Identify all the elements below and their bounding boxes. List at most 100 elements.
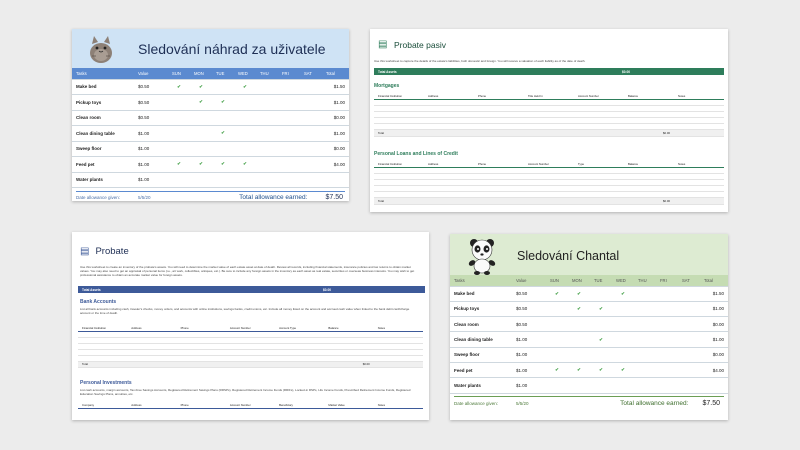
day-cell[interactable] (634, 301, 656, 318)
day-cell[interactable] (190, 125, 212, 142)
day-cell[interactable] (234, 141, 256, 157)
day-cell[interactable] (168, 94, 190, 111)
day-cell[interactable] (278, 125, 300, 142)
day-cell[interactable] (546, 331, 568, 348)
check-icon[interactable]: ✔ (168, 156, 190, 173)
day-cell[interactable] (234, 94, 256, 111)
table-row[interactable]: Make bed $0.50 ✔ ✔ ✔ $1.50 (72, 79, 349, 95)
day-cell[interactable] (568, 316, 590, 333)
table-row[interactable]: Water plants $1.00 (450, 377, 728, 394)
day-cell[interactable] (256, 79, 278, 95)
check-icon[interactable]: ✔ (612, 362, 634, 379)
day-cell[interactable] (678, 377, 700, 394)
day-cell[interactable] (546, 301, 568, 318)
day-cell[interactable] (634, 316, 656, 333)
check-icon[interactable]: ✔ (546, 286, 568, 302)
table-row[interactable]: Sweep floor $1.00 $0.00 (450, 347, 728, 363)
table-row[interactable]: Sweep floor $1.00 $0.00 (72, 141, 349, 157)
day-cell[interactable] (656, 362, 678, 379)
day-cell[interactable] (278, 141, 300, 157)
table-row[interactable]: Feed pet $1.00 ✔ ✔ ✔ ✔ $4.00 (450, 362, 728, 379)
table-row[interactable]: Pickup toys $0.50 ✔ ✔ $1.00 (72, 94, 349, 111)
day-cell[interactable] (190, 110, 212, 126)
template-card-allowance-green[interactable]: Sledování Chantal Tasks Value SUN MON TUE WED… (450, 234, 728, 420)
day-cell[interactable] (212, 172, 234, 188)
check-icon[interactable]: ✔ (168, 79, 190, 95)
table-row[interactable]: Clean dining table $1.00 ✔ $1.00 (72, 125, 349, 142)
day-cell[interactable] (190, 141, 212, 157)
check-icon[interactable]: ✔ (190, 94, 212, 111)
day-cell[interactable] (612, 347, 634, 363)
day-cell[interactable] (278, 110, 300, 126)
day-cell[interactable] (212, 110, 234, 126)
day-cell[interactable] (678, 362, 700, 379)
check-icon[interactable]: ✔ (212, 125, 234, 142)
table-row[interactable]: Clean room $0.50 $0.00 (450, 316, 728, 333)
day-cell[interactable] (300, 156, 322, 173)
day-cell[interactable] (634, 377, 656, 394)
template-card-probate-assets[interactable]: ▤ Probate Use this worksheet to create a… (72, 232, 429, 420)
table-row[interactable]: Clean dining table $1.00 ✔ $1.00 (450, 331, 728, 348)
day-cell[interactable] (212, 79, 234, 95)
day-cell[interactable] (678, 316, 700, 333)
template-card-probate-liabilities[interactable]: ▤ Probate pasiv Use this worksheet to ca… (370, 29, 728, 212)
day-cell[interactable] (300, 141, 322, 157)
day-cell[interactable] (256, 156, 278, 173)
day-cell[interactable] (212, 141, 234, 157)
day-cell[interactable] (568, 347, 590, 363)
day-cell[interactable] (234, 172, 256, 188)
day-cell[interactable] (634, 347, 656, 363)
day-cell[interactable] (168, 141, 190, 157)
check-icon[interactable]: ✔ (612, 286, 634, 302)
day-cell[interactable] (612, 301, 634, 318)
day-cell[interactable] (234, 110, 256, 126)
check-icon[interactable]: ✔ (234, 79, 256, 95)
table-row[interactable]: Water plants $1.00 (72, 172, 349, 188)
day-cell[interactable] (168, 172, 190, 188)
template-card-allowance-blue[interactable]: Sledování náhrad za uživatele Tasks Value… (72, 29, 349, 201)
day-cell[interactable] (678, 347, 700, 363)
day-cell[interactable] (656, 331, 678, 348)
check-icon[interactable]: ✔ (590, 331, 612, 348)
day-cell[interactable] (590, 316, 612, 333)
table-row[interactable]: Make bed $0.50 ✔ ✔ ✔ $1.50 (450, 286, 728, 302)
day-cell[interactable] (656, 286, 678, 302)
day-cell[interactable] (678, 301, 700, 318)
day-cell[interactable] (612, 377, 634, 394)
day-cell[interactable] (656, 347, 678, 363)
day-cell[interactable] (546, 316, 568, 333)
check-icon[interactable]: ✔ (590, 362, 612, 379)
check-icon[interactable]: ✔ (546, 362, 568, 379)
day-cell[interactable] (634, 362, 656, 379)
check-icon[interactable]: ✔ (190, 156, 212, 173)
day-cell[interactable] (300, 110, 322, 126)
day-cell[interactable] (168, 110, 190, 126)
day-cell[interactable] (168, 125, 190, 142)
day-cell[interactable] (278, 79, 300, 95)
table-row[interactable]: Feed pet $1.00 ✔ ✔ ✔ ✔ $4.00 (72, 156, 349, 173)
day-cell[interactable] (256, 141, 278, 157)
day-cell[interactable] (256, 172, 278, 188)
day-cell[interactable] (546, 377, 568, 394)
day-cell[interactable] (300, 79, 322, 95)
day-cell[interactable] (590, 286, 612, 302)
day-cell[interactable] (256, 125, 278, 142)
day-cell[interactable] (190, 172, 212, 188)
day-cell[interactable] (278, 156, 300, 173)
day-cell[interactable] (568, 331, 590, 348)
day-cell[interactable] (300, 94, 322, 111)
check-icon[interactable]: ✔ (190, 79, 212, 95)
check-icon[interactable]: ✔ (234, 156, 256, 173)
day-cell[interactable] (612, 331, 634, 348)
day-cell[interactable] (256, 94, 278, 111)
check-icon[interactable]: ✔ (212, 94, 234, 111)
check-icon[interactable]: ✔ (590, 301, 612, 318)
day-cell[interactable] (678, 286, 700, 302)
table-row[interactable]: Clean room $0.50 $0.00 (72, 110, 349, 126)
day-cell[interactable] (278, 94, 300, 111)
day-cell[interactable] (634, 286, 656, 302)
day-cell[interactable] (656, 301, 678, 318)
check-icon[interactable]: ✔ (212, 156, 234, 173)
day-cell[interactable] (568, 377, 590, 394)
day-cell[interactable] (656, 316, 678, 333)
